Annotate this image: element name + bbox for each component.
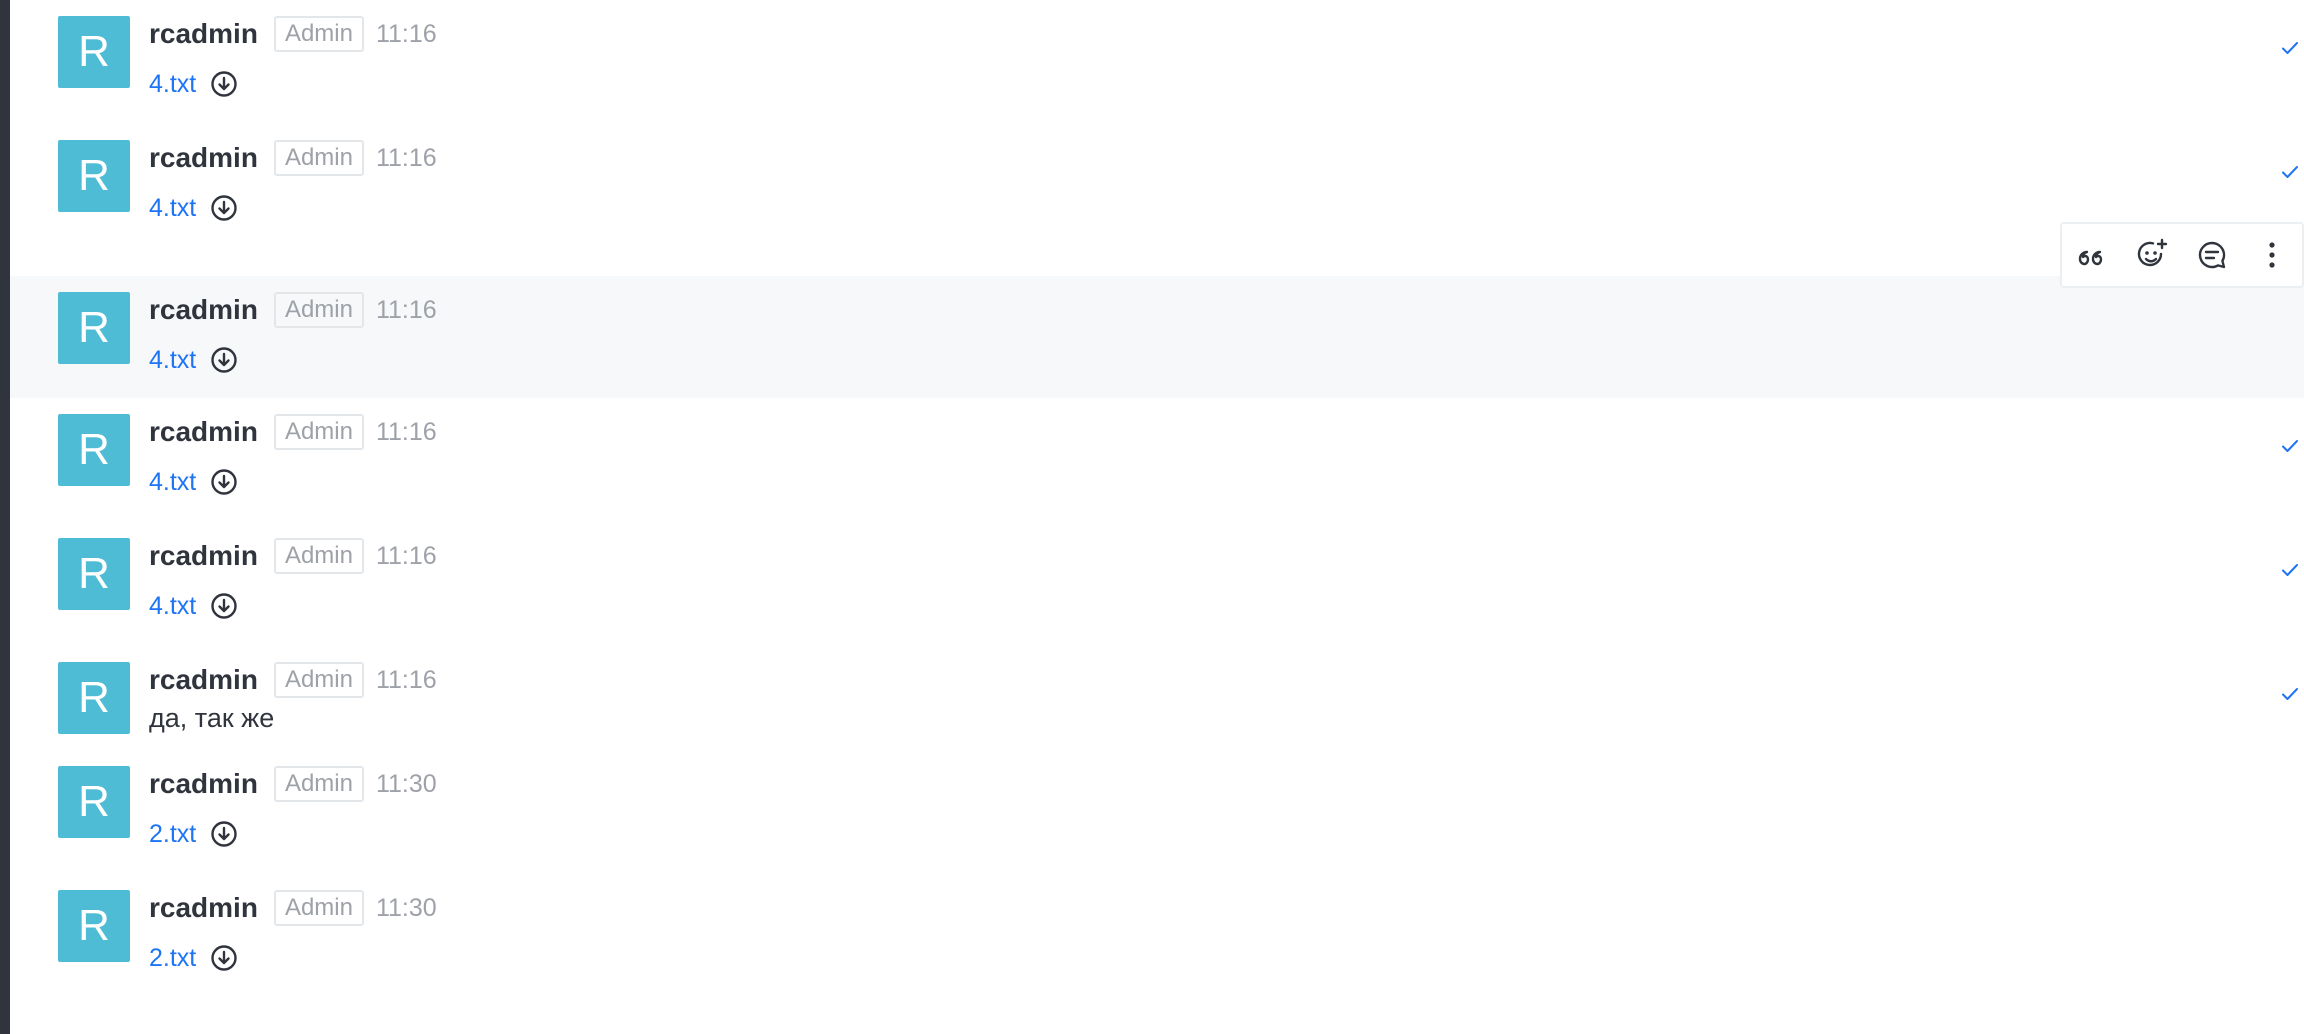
read-receipt-icon [2280,436,2300,456]
message-item[interactable]: R rcadmin Admin 11:16 4.txt [10,522,2304,646]
role-badge: Admin [273,890,364,926]
username[interactable]: rcadmin [149,664,258,696]
reply-in-thread-icon[interactable] [2190,233,2234,277]
message-text: да, так же [149,703,275,733]
avatar[interactable]: R [58,292,130,364]
username[interactable]: rcadmin [149,892,258,924]
file-attachment: 4.txt [149,464,238,500]
username[interactable]: rcadmin [149,540,258,572]
role-badge: Admin [273,662,364,698]
read-receipt-icon [2280,38,2300,58]
download-icon[interactable] [210,592,238,620]
left-sidebar-edge [0,0,10,1034]
username[interactable]: rcadmin [149,294,258,326]
more-options-icon[interactable] [2250,233,2294,277]
file-attachment: 4.txt [149,190,238,226]
role-badge: Admin [273,414,364,450]
download-icon[interactable] [210,468,238,496]
message-item[interactable]: R rcadmin Admin 11:16 4.txt [10,124,2304,248]
timestamp[interactable]: 11:30 [376,894,437,923]
role-badge: Admin [273,538,364,574]
avatar[interactable]: R [58,16,130,88]
file-link[interactable]: 4.txt [149,346,196,375]
file-attachment: 2.txt [149,940,238,976]
timestamp[interactable]: 11:30 [376,770,437,799]
message-item[interactable]: R rcadmin Admin 11:16 да, так же [10,646,2304,750]
message-item[interactable]: R rcadmin Admin 11:16 4.txt [10,0,2304,124]
read-receipt-icon [2280,560,2300,580]
download-icon[interactable] [210,194,238,222]
message-list: R rcadmin Admin 11:16 4.txt R rcadmin Ad… [10,0,2304,1034]
avatar[interactable]: R [58,890,130,962]
username[interactable]: rcadmin [149,416,258,448]
file-attachment: 4.txt [149,342,238,378]
file-attachment: 2.txt [149,816,238,852]
username[interactable]: rcadmin [149,18,258,50]
message-item[interactable]: R rcadmin Admin 11:30 2.txt [10,874,2304,998]
message-item[interactable]: R rcadmin Admin 11:16 4.txt [10,276,2304,398]
add-reaction-icon[interactable] [2130,233,2174,277]
avatar[interactable]: R [58,538,130,610]
timestamp[interactable]: 11:16 [376,418,437,447]
timestamp[interactable]: 11:16 [376,20,437,49]
file-link[interactable]: 2.txt [149,820,196,849]
file-attachment: 4.txt [149,588,238,624]
file-link[interactable]: 4.txt [149,468,196,497]
file-link[interactable]: 4.txt [149,194,196,223]
username[interactable]: rcadmin [149,142,258,174]
role-badge: Admin [273,292,364,328]
role-badge: Admin [273,140,364,176]
file-attachment: 4.txt [149,66,238,102]
quote-icon[interactable] [2070,233,2114,277]
message-item[interactable]: R rcadmin Admin 11:30 2.txt [10,750,2304,874]
timestamp[interactable]: 11:16 [376,666,437,695]
timestamp[interactable]: 11:16 [376,542,437,571]
avatar[interactable]: R [58,662,130,734]
avatar[interactable]: R [58,140,130,212]
avatar[interactable]: R [58,766,130,838]
file-link[interactable]: 2.txt [149,944,196,973]
timestamp[interactable]: 11:16 [376,296,437,325]
timestamp[interactable]: 11:16 [376,144,437,173]
download-icon[interactable] [210,944,238,972]
download-icon[interactable] [210,70,238,98]
read-receipt-icon [2280,162,2300,182]
download-icon[interactable] [210,346,238,374]
file-link[interactable]: 4.txt [149,70,196,99]
file-link[interactable]: 4.txt [149,592,196,621]
download-icon[interactable] [210,820,238,848]
message-action-toolbar [2060,222,2304,288]
role-badge: Admin [273,766,364,802]
avatar[interactable]: R [58,414,130,486]
message-item[interactable]: R rcadmin Admin 11:16 4.txt [10,398,2304,522]
read-receipt-icon [2280,684,2300,704]
username[interactable]: rcadmin [149,768,258,800]
role-badge: Admin [273,16,364,52]
